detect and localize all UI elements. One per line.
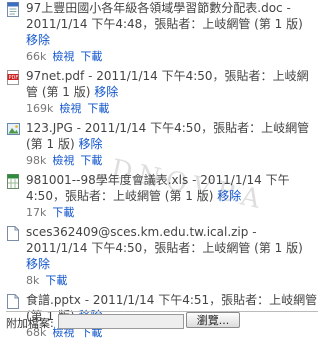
remove-link[interactable]: 移除	[78, 137, 102, 151]
download-link[interactable]: 下載	[80, 50, 102, 63]
attachment-meta: 169k 檢視 下載	[26, 101, 318, 117]
download-link[interactable]: 下載	[80, 154, 102, 167]
attachment-name[interactable]: sces362409@sces.km.edu.tw.ical.zip	[26, 225, 248, 239]
attachment-item: 981001--98學年度會議表.xls - 2011/1/14 下午4:50，…	[6, 172, 318, 221]
attachment-item: sces362409@sces.km.edu.tw.ical.zip - 201…	[6, 224, 318, 289]
attachment-date: 2011/1/14 下午4:50	[26, 241, 143, 255]
attachment-meta: 98k 檢視 下載	[26, 153, 318, 169]
attachment-item: 97上豐田國小各年級各領域學習節數分配表.doc - 2011/1/14 下午4…	[6, 0, 318, 65]
attachment-meta: 17k 下載	[26, 205, 318, 221]
image-icon	[7, 122, 20, 137]
view-link[interactable]: 檢視	[59, 102, 81, 115]
file-size: 169k	[26, 102, 54, 115]
word-doc-icon	[7, 2, 20, 17]
attachment-name[interactable]: 97上豐田國小各年級各領域學習節數分配表.doc	[26, 1, 283, 15]
attachment-date: 2011/1/14 下午4:50	[96, 69, 213, 83]
uploader-label: 張貼者：	[154, 241, 203, 255]
attachment-item: PDF 97net.pdf - 2011/1/14 下午4:50，張貼者：上岐網…	[6, 68, 318, 117]
remove-link[interactable]: 移除	[94, 85, 118, 99]
attachment-date: 2011/1/14 下午4:48	[26, 17, 143, 31]
attachment-name[interactable]: 97net.pdf	[26, 69, 84, 83]
file-size: 17k	[26, 206, 47, 219]
pdf-icon: PDF	[7, 70, 20, 85]
uploader-name: 上岐網管 (第 1 版)	[202, 241, 303, 255]
uploader-name: 上岐網管 (第 1 版)	[202, 17, 303, 31]
uploader-label: 張貼者：	[64, 189, 113, 203]
attachment-name[interactable]: 981001--98學年度會議表.xls	[26, 173, 188, 187]
view-link[interactable]: 檢視	[52, 50, 74, 63]
attach-file-label: 附加檔案:	[6, 317, 54, 330]
attachment-meta: 66k 檢視 下載	[26, 49, 318, 65]
remove-link[interactable]: 移除	[26, 33, 50, 47]
file-path-input[interactable]	[58, 314, 184, 329]
attachment-list: 97上豐田國小各年級各領域學習節數分配表.doc - 2011/1/14 下午4…	[6, 0, 318, 341]
file-size: 66k	[26, 50, 47, 63]
attachment-meta: 8k 下載	[26, 273, 318, 289]
download-link[interactable]: 下載	[52, 206, 74, 219]
excel-icon	[7, 174, 20, 189]
generic-file-icon	[7, 226, 20, 241]
uploader-label: 張貼者：	[154, 17, 203, 31]
file-size: 8k	[26, 274, 40, 287]
uploader-name: 上岐網管 (第 1 版)	[112, 189, 214, 203]
download-link[interactable]: 下載	[87, 102, 109, 115]
attachment-name[interactable]: 123.JPG	[26, 121, 73, 135]
generic-file-icon	[7, 294, 20, 309]
uploader-label: 張貼者：	[224, 69, 273, 83]
uploader-label: 張貼者：	[213, 121, 262, 135]
download-link[interactable]: 下載	[45, 274, 67, 287]
browse-button[interactable]: 瀏覽...	[186, 312, 240, 328]
remove-link[interactable]: 移除	[26, 257, 50, 271]
attachment-name[interactable]: 食譜.pptx	[26, 293, 81, 307]
remove-link[interactable]: 移除	[217, 189, 241, 203]
attachment-date: 2011/1/14 下午4:50	[84, 121, 202, 135]
attach-file-bar: 附加檔案: 瀏覽...	[6, 311, 318, 330]
uploader-label: 張貼者：	[221, 293, 270, 307]
attachment-item: 123.JPG - 2011/1/14 下午4:50，張貼者：上岐網管 (第 1…	[6, 120, 318, 169]
svg-text:PDF: PDF	[9, 75, 19, 81]
attachment-date: 2011/1/14 下午4:51	[92, 293, 210, 307]
view-link[interactable]: 檢視	[52, 154, 74, 167]
file-size: 98k	[26, 154, 47, 167]
